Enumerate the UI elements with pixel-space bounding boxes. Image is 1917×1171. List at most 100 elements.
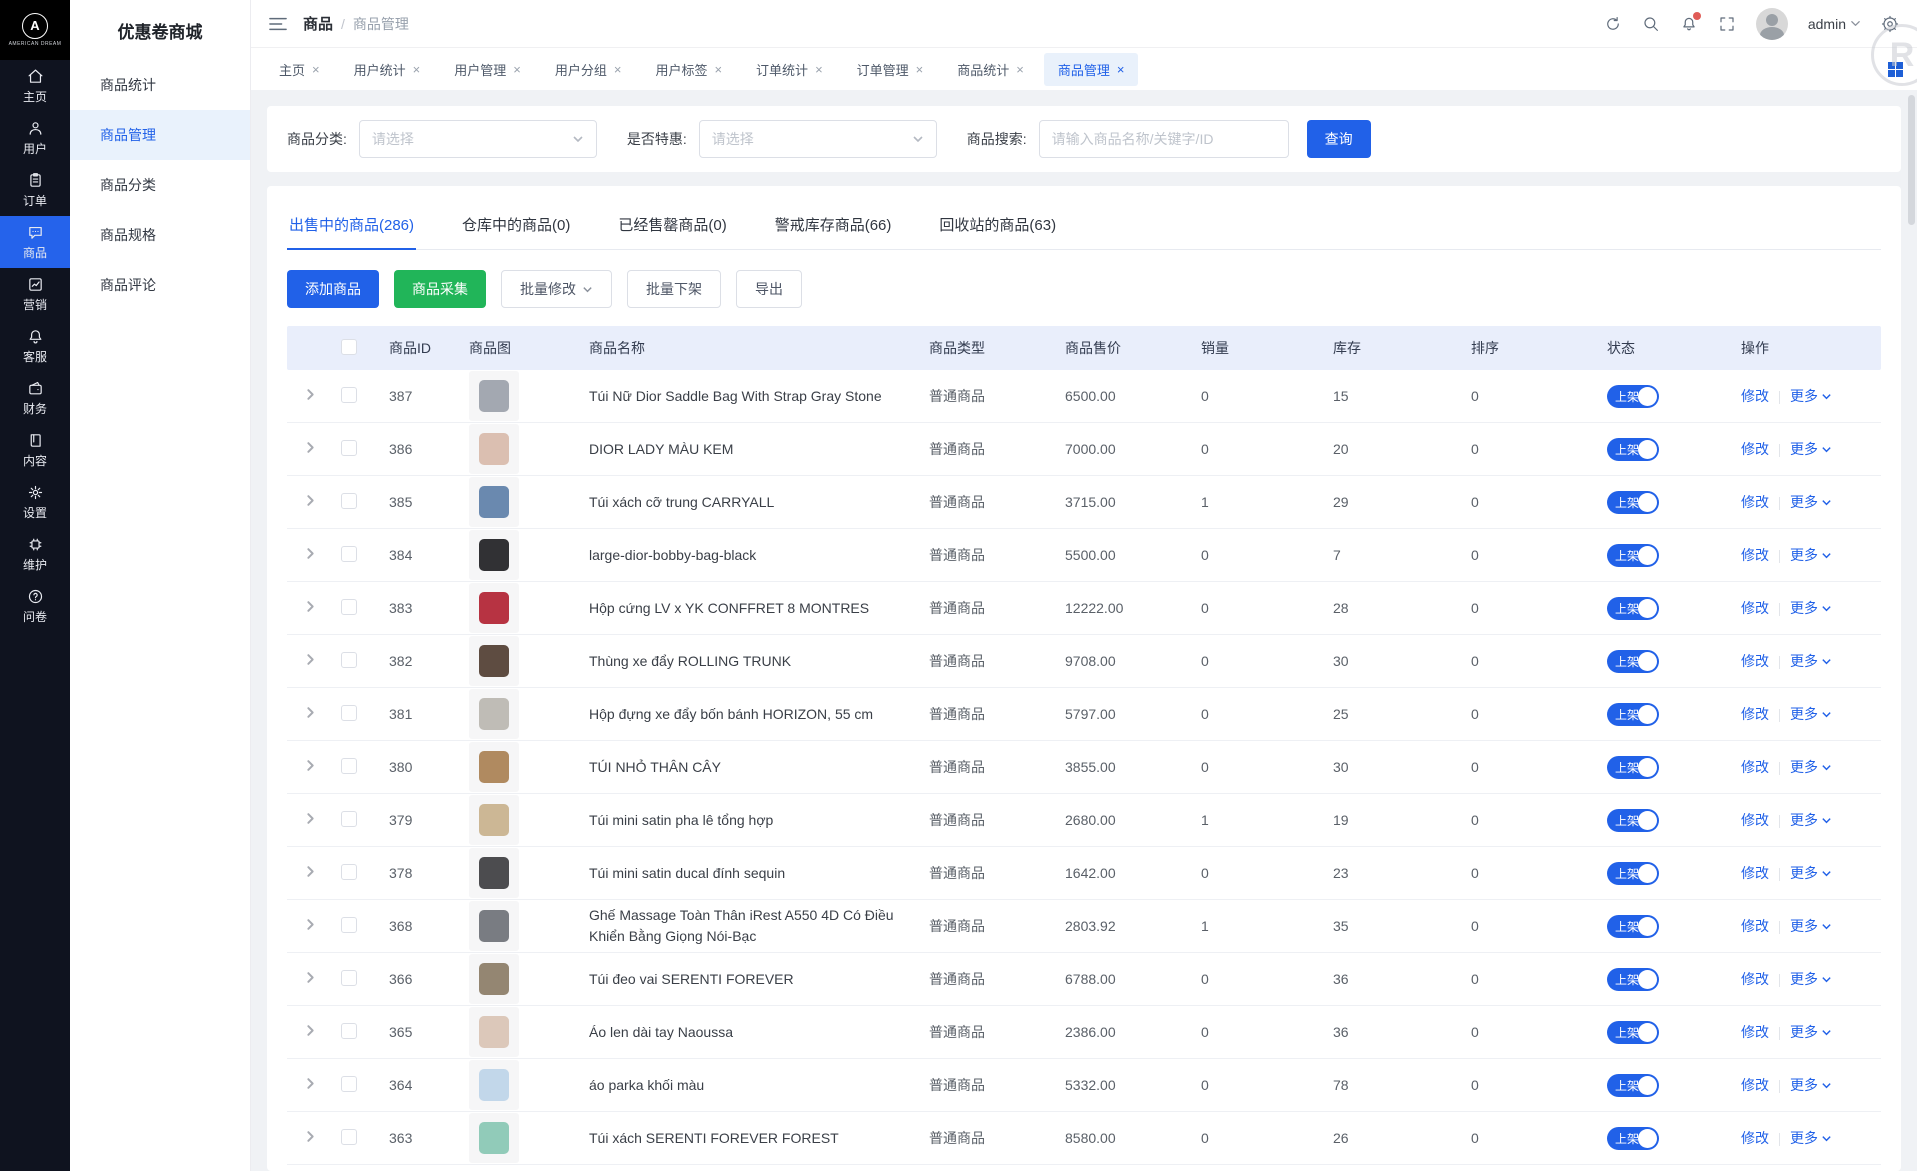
status-toggle[interactable]: 上架 xyxy=(1607,650,1659,673)
more-link[interactable]: 更多 xyxy=(1790,1022,1832,1042)
tab-user-manage[interactable]: 用户管理× xyxy=(440,53,535,86)
breadcrumb-section[interactable]: 商品 xyxy=(303,13,333,34)
batch-offshelf-button[interactable]: 批量下架 xyxy=(627,270,721,308)
more-link[interactable]: 更多 xyxy=(1790,386,1832,406)
row-expand-icon[interactable] xyxy=(304,1077,317,1093)
more-link[interactable]: 更多 xyxy=(1790,1128,1832,1148)
status-toggle[interactable]: 上架 xyxy=(1607,703,1659,726)
status-toggle[interactable]: 上架 xyxy=(1607,862,1659,885)
status-toggle[interactable]: 上架 xyxy=(1607,597,1659,620)
row-expand-icon[interactable] xyxy=(304,441,317,457)
ptab-recycle[interactable]: 回收站的商品(63) xyxy=(937,204,1058,249)
row-checkbox[interactable] xyxy=(341,1023,357,1039)
row-checkbox[interactable] xyxy=(341,493,357,509)
sidebar-item-settings[interactable]: 设置 xyxy=(0,476,70,528)
row-checkbox[interactable] xyxy=(341,811,357,827)
ptab-onsale[interactable]: 出售中的商品(286) xyxy=(287,204,416,249)
more-link[interactable]: 更多 xyxy=(1790,810,1832,830)
edit-link[interactable]: 修改 xyxy=(1741,598,1769,618)
edit-link[interactable]: 修改 xyxy=(1741,969,1769,989)
status-toggle[interactable]: 上架 xyxy=(1607,438,1659,461)
more-link[interactable]: 更多 xyxy=(1790,545,1832,565)
edit-link[interactable]: 修改 xyxy=(1741,757,1769,777)
tab-order-stats[interactable]: 订单统计× xyxy=(742,53,837,86)
edit-link[interactable]: 修改 xyxy=(1741,1022,1769,1042)
fullscreen-icon[interactable] xyxy=(1718,15,1736,33)
row-expand-icon[interactable] xyxy=(304,812,317,828)
status-toggle[interactable]: 上架 xyxy=(1607,756,1659,779)
hamburger-menu-icon[interactable] xyxy=(269,16,287,32)
sidebar-item-marketing[interactable]: 营销 xyxy=(0,268,70,320)
more-link[interactable]: 更多 xyxy=(1790,492,1832,512)
more-link[interactable]: 更多 xyxy=(1790,916,1832,936)
tab-order-manage[interactable]: 订单管理× xyxy=(843,53,938,86)
batch-edit-button[interactable]: 批量修改 xyxy=(501,270,612,308)
user-menu[interactable]: admin xyxy=(1808,16,1861,32)
edit-link[interactable]: 修改 xyxy=(1741,863,1769,883)
submenu-item-goods-stats[interactable]: 商品统计 xyxy=(70,60,250,110)
row-expand-icon[interactable] xyxy=(304,388,317,404)
close-icon[interactable]: × xyxy=(312,63,320,76)
category-select[interactable]: 请选择 xyxy=(359,120,597,158)
tab-layout-grid-icon[interactable] xyxy=(1888,62,1903,77)
status-toggle[interactable]: 上架 xyxy=(1607,1127,1659,1150)
row-expand-icon[interactable] xyxy=(304,865,317,881)
search-icon[interactable] xyxy=(1642,15,1660,33)
submenu-item-goods-manage[interactable]: 商品管理 xyxy=(70,110,250,160)
edit-link[interactable]: 修改 xyxy=(1741,651,1769,671)
row-expand-icon[interactable] xyxy=(304,600,317,616)
tab-home[interactable]: 主页× xyxy=(265,53,334,86)
search-input[interactable] xyxy=(1039,120,1289,158)
status-toggle[interactable]: 上架 xyxy=(1607,1021,1659,1044)
sidebar-item-home[interactable]: 主页 xyxy=(0,60,70,112)
preferences-gear-icon[interactable] xyxy=(1881,15,1899,33)
close-icon[interactable]: × xyxy=(1117,63,1125,76)
status-toggle[interactable]: 上架 xyxy=(1607,544,1659,567)
special-select[interactable]: 请选择 xyxy=(699,120,937,158)
submenu-item-goods-spec[interactable]: 商品规格 xyxy=(70,210,250,260)
more-link[interactable]: 更多 xyxy=(1790,863,1832,883)
tab-user-stats[interactable]: 用户统计× xyxy=(340,53,435,86)
close-icon[interactable]: × xyxy=(714,63,722,76)
status-toggle[interactable]: 上架 xyxy=(1607,1074,1659,1097)
edit-link[interactable]: 修改 xyxy=(1741,439,1769,459)
row-expand-icon[interactable] xyxy=(304,494,317,510)
sidebar-item-orders[interactable]: 订单 xyxy=(0,164,70,216)
row-expand-icon[interactable] xyxy=(304,547,317,563)
row-checkbox[interactable] xyxy=(341,546,357,562)
row-expand-icon[interactable] xyxy=(304,653,317,669)
notification-bell-icon[interactable] xyxy=(1680,15,1698,33)
row-checkbox[interactable] xyxy=(341,1076,357,1092)
edit-link[interactable]: 修改 xyxy=(1741,545,1769,565)
submenu-item-goods-review[interactable]: 商品评论 xyxy=(70,260,250,310)
ptab-soldout[interactable]: 已经售罄商品(0) xyxy=(616,204,728,249)
more-link[interactable]: 更多 xyxy=(1790,651,1832,671)
row-checkbox[interactable] xyxy=(341,440,357,456)
more-link[interactable]: 更多 xyxy=(1790,439,1832,459)
close-icon[interactable]: × xyxy=(513,63,521,76)
close-icon[interactable]: × xyxy=(815,63,823,76)
edit-link[interactable]: 修改 xyxy=(1741,810,1769,830)
status-toggle[interactable]: 上架 xyxy=(1607,491,1659,514)
edit-link[interactable]: 修改 xyxy=(1741,1128,1769,1148)
sidebar-item-content[interactable]: 内容 xyxy=(0,424,70,476)
edit-link[interactable]: 修改 xyxy=(1741,704,1769,724)
row-expand-icon[interactable] xyxy=(304,706,317,722)
close-icon[interactable]: × xyxy=(614,63,622,76)
close-icon[interactable]: × xyxy=(916,63,924,76)
edit-link[interactable]: 修改 xyxy=(1741,1075,1769,1095)
sidebar-item-maintenance[interactable]: 维护 xyxy=(0,528,70,580)
row-checkbox[interactable] xyxy=(341,387,357,403)
more-link[interactable]: 更多 xyxy=(1790,969,1832,989)
sidebar-item-finance[interactable]: 财务 xyxy=(0,372,70,424)
more-link[interactable]: 更多 xyxy=(1790,1075,1832,1095)
row-checkbox[interactable] xyxy=(341,599,357,615)
scrollbar-thumb[interactable] xyxy=(1908,95,1915,225)
more-link[interactable]: 更多 xyxy=(1790,704,1832,724)
row-checkbox[interactable] xyxy=(341,917,357,933)
sidebar-item-users[interactable]: 用户 xyxy=(0,112,70,164)
close-icon[interactable]: × xyxy=(1016,63,1024,76)
status-toggle[interactable]: 上架 xyxy=(1607,809,1659,832)
edit-link[interactable]: 修改 xyxy=(1741,492,1769,512)
row-expand-icon[interactable] xyxy=(304,1024,317,1040)
